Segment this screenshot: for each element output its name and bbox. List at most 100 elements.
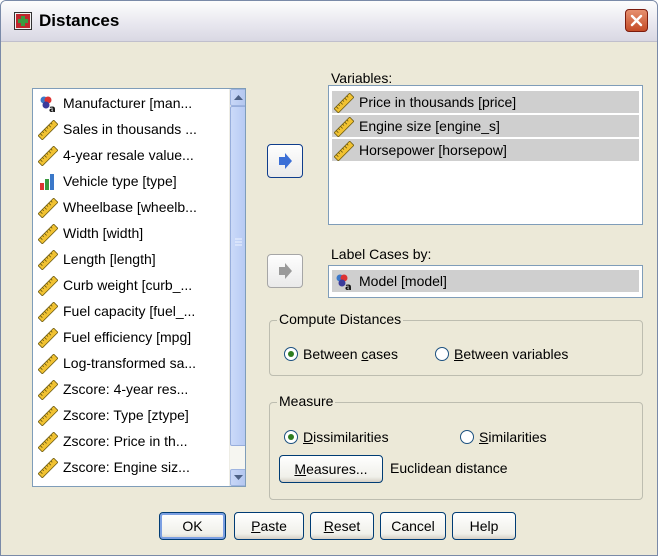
- list-item-label: Fuel efficiency [mpg]: [63, 329, 192, 345]
- move-to-variables-button[interactable]: [267, 144, 303, 178]
- nominal-string-icon: a: [336, 274, 352, 292]
- list-item[interactable]: Width [width]: [36, 222, 228, 244]
- title-bar[interactable]: Distances: [1, 1, 657, 42]
- scale-ruler-icon: [38, 146, 58, 166]
- between-cases-label[interactable]: Between cases: [303, 346, 398, 362]
- close-button[interactable]: [625, 9, 648, 32]
- list-item[interactable]: Engine size [engine_s]: [332, 115, 639, 137]
- svg-text:a: a: [345, 282, 352, 292]
- list-item[interactable]: Wheelbase [wheelb...: [36, 196, 228, 218]
- list-item-label: Log-transformed sa...: [63, 355, 197, 371]
- variables-list[interactable]: Price in thousands [price] Engine size [e…: [328, 85, 643, 225]
- list-item-label: Engine size [engine_s]: [359, 118, 500, 134]
- list-item[interactable]: Zscore: Engine siz...: [36, 456, 228, 478]
- list-item[interactable]: Length [length]: [36, 248, 228, 270]
- list-item-label: Wheelbase [wheelb...: [63, 199, 197, 215]
- list-item-label: 4-year resale value...: [63, 147, 194, 163]
- cancel-button[interactable]: Cancel: [380, 512, 446, 540]
- distances-dialog: Distances a Manufacturer [man... Sales in …: [0, 0, 658, 556]
- measure-group: [269, 402, 643, 500]
- list-item[interactable]: a Manufacturer [man...: [36, 92, 228, 114]
- compute-distances-title: Compute Distances: [277, 311, 404, 327]
- measures-button[interactable]: Measures...: [279, 455, 383, 483]
- grip-icon: [235, 238, 242, 246]
- dissimilarities-radio[interactable]: [284, 430, 298, 444]
- ordinal-bar-icon: [40, 174, 54, 190]
- list-item[interactable]: 4-year resale value...: [36, 144, 228, 166]
- dialog-body: a Manufacturer [man... Sales in thousands …: [1, 42, 657, 555]
- list-item-label: Length [length]: [63, 251, 156, 267]
- scale-ruler-icon: [38, 406, 58, 426]
- reset-button[interactable]: Reset: [310, 512, 374, 540]
- move-to-label-cases-button[interactable]: [267, 254, 303, 288]
- close-icon: [630, 14, 643, 27]
- list-item[interactable]: Fuel efficiency [mpg]: [36, 326, 228, 348]
- label-cases-item-label: Model [model]: [359, 273, 447, 289]
- scroll-down-button[interactable]: [230, 469, 245, 486]
- list-item[interactable]: Zscore: Price in th...: [36, 430, 228, 452]
- window-title: Distances: [39, 11, 120, 30]
- scale-ruler-icon: [38, 328, 58, 348]
- right-arrow-icon: [279, 153, 292, 169]
- list-item-label: Width [width]: [63, 225, 144, 241]
- svg-text:a: a: [49, 104, 56, 114]
- scale-ruler-icon: [334, 93, 354, 113]
- scroll-up-button[interactable]: [230, 89, 245, 106]
- scroll-down-arrow-icon: [234, 475, 243, 480]
- label-cases-field[interactable]: a Model [model]: [328, 265, 643, 298]
- scroll-thumb[interactable]: [230, 106, 245, 446]
- scale-ruler-icon: [38, 198, 58, 218]
- list-item[interactable]: Vehicle type [type]: [36, 170, 228, 192]
- list-item-label: Price in thousands [price]: [359, 94, 517, 110]
- scale-ruler-icon: [38, 432, 58, 452]
- list-item-label: Curb weight [curb_...: [63, 277, 193, 293]
- scale-ruler-icon: [38, 276, 58, 296]
- list-item[interactable]: Fuel capacity [fuel_...: [36, 300, 228, 322]
- list-item-label: Zscore: Engine siz...: [63, 459, 190, 475]
- similarities-label[interactable]: Similarities: [479, 429, 547, 445]
- scale-ruler-icon: [38, 380, 58, 400]
- scroll-up-arrow-icon: [234, 95, 243, 100]
- scale-ruler-icon: [38, 458, 58, 478]
- scale-ruler-icon: [38, 354, 58, 374]
- between-cases-radio[interactable]: [284, 347, 298, 361]
- ok-button[interactable]: OK: [159, 512, 226, 540]
- list-item-label: Horsepower [horsepow]: [359, 142, 507, 158]
- dissimilarities-label[interactable]: Dissimilarities: [303, 429, 389, 445]
- similarities-radio[interactable]: [460, 430, 474, 444]
- list-item-label: Zscore: 4-year res...: [63, 381, 189, 397]
- label-cases-label: Label Cases by:: [331, 246, 432, 262]
- list-item-label: Zscore: Type [ztype]: [63, 407, 189, 423]
- current-measure: Euclidean distance: [390, 460, 508, 476]
- list-item[interactable]: Curb weight [curb_...: [36, 274, 228, 296]
- scale-ruler-icon: [38, 250, 58, 270]
- help-button[interactable]: Help: [452, 512, 516, 540]
- list-item-label: Sales in thousands ...: [63, 121, 197, 137]
- measure-title: Measure: [277, 393, 336, 409]
- spss-dialog-icon: [14, 12, 32, 30]
- right-arrow-icon: [279, 263, 292, 279]
- between-variables-label[interactable]: Between variables: [454, 346, 568, 362]
- source-list-scrollbar[interactable]: [229, 89, 245, 486]
- nominal-string-icon: a: [40, 96, 56, 114]
- list-item[interactable]: Zscore: 4-year res...: [36, 378, 228, 400]
- scale-ruler-icon: [334, 141, 354, 161]
- list-item[interactable]: Price in thousands [price]: [332, 91, 639, 113]
- paste-button[interactable]: Paste: [234, 512, 304, 540]
- list-item-label: Fuel capacity [fuel_...: [63, 303, 196, 319]
- list-item[interactable]: Sales in thousands ...: [36, 118, 228, 140]
- source-variable-list[interactable]: a Manufacturer [man... Sales in thousands …: [32, 88, 246, 487]
- scale-ruler-icon: [38, 302, 58, 322]
- variables-label: Variables:: [331, 70, 393, 86]
- between-variables-radio[interactable]: [435, 347, 449, 361]
- scale-ruler-icon: [334, 117, 354, 137]
- list-item[interactable]: Log-transformed sa...: [36, 352, 228, 374]
- list-item-label: Zscore: Price in th...: [63, 433, 188, 449]
- scale-ruler-icon: [38, 120, 58, 140]
- list-item-label: Vehicle type [type]: [63, 173, 177, 189]
- list-item-label: Manufacturer [man...: [63, 95, 193, 111]
- scale-ruler-icon: [38, 224, 58, 244]
- label-cases-item[interactable]: a Model [model]: [332, 270, 639, 292]
- list-item[interactable]: Horsepower [horsepow]: [332, 139, 639, 161]
- list-item[interactable]: Zscore: Type [ztype]: [36, 404, 228, 426]
